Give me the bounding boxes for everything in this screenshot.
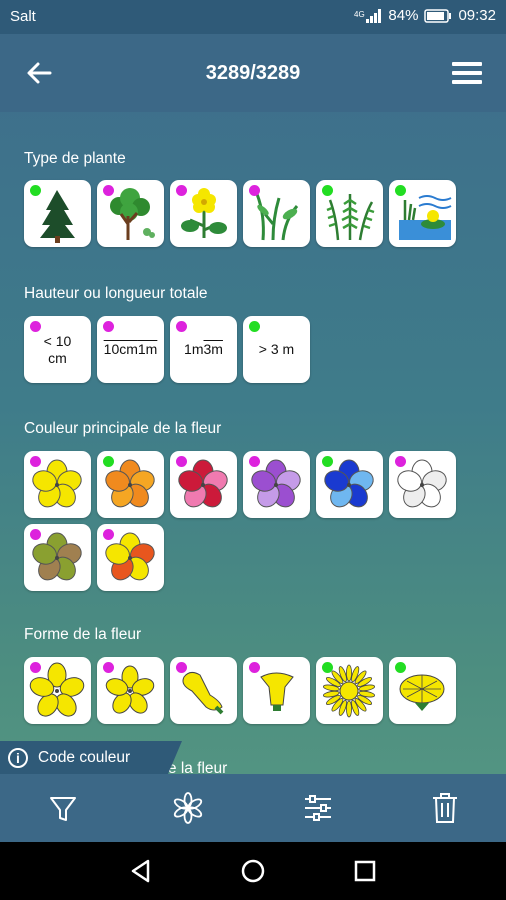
info-icon: i — [8, 747, 28, 768]
tile-color-green-brown[interactable] — [24, 524, 91, 591]
status-dot — [30, 662, 41, 673]
app-bar: 3289/3289 — [0, 34, 506, 112]
status-dot — [103, 529, 114, 540]
status-dot — [322, 456, 333, 467]
tile-shape-5-petals-small[interactable] — [97, 657, 164, 724]
code-couleur-label: Code couleur — [38, 748, 131, 766]
tile-color-blue[interactable] — [316, 451, 383, 518]
status-dot — [395, 185, 406, 196]
tab-corner — [168, 741, 182, 774]
page-title: 3289/3289 — [205, 62, 301, 84]
code-couleur-button[interactable]: i Code couleur — [0, 741, 182, 774]
tile-height-1m-3m[interactable]: 1m 3m — [170, 316, 237, 383]
clock: 09:32 — [458, 7, 496, 24]
status-dot — [103, 662, 114, 673]
status-dot — [103, 321, 114, 332]
status-dot — [176, 321, 187, 332]
tile-aquatic-plant[interactable] — [389, 180, 456, 247]
status-dot — [249, 456, 260, 467]
tile-shape-irregular[interactable] — [170, 657, 237, 724]
section-title-height: Hauteur ou longueur totale — [24, 285, 208, 302]
status-dot — [322, 185, 333, 196]
filter-icon[interactable] — [45, 790, 81, 826]
status-dot — [249, 662, 260, 673]
status-dot — [322, 662, 333, 673]
criteria-list[interactable]: Type de plante Hauteur ou longueur total… — [0, 112, 506, 774]
status-dot — [249, 185, 260, 196]
status-dot — [30, 456, 41, 467]
tile-herbaceous-flower[interactable] — [170, 180, 237, 247]
svg-text:4G: 4G — [354, 10, 365, 19]
recents-square-icon[interactable] — [350, 856, 380, 886]
section-title-plant-type: Type de plante — [24, 150, 126, 167]
tile-shape-bell[interactable] — [243, 657, 310, 724]
flower-icon[interactable] — [170, 790, 206, 826]
tile-color-multicolor[interactable] — [97, 524, 164, 591]
section-title-flower-color: Couleur principale de la fleur — [24, 420, 222, 437]
system-nav-bar — [0, 842, 506, 900]
tile-color-red-pink[interactable] — [170, 451, 237, 518]
status-dot — [176, 456, 187, 467]
status-dot — [176, 662, 187, 673]
tile-height-gt-3m[interactable]: > 3 m — [243, 316, 310, 383]
back-triangle-icon[interactable] — [126, 856, 156, 886]
hamburger-menu-icon[interactable] — [452, 62, 482, 86]
status-dot — [249, 321, 260, 332]
status-bar: Salt 4G 84% 09:32 — [0, 0, 506, 34]
status-dot — [30, 185, 41, 196]
tile-color-orange[interactable] — [97, 451, 164, 518]
status-dot — [103, 456, 114, 467]
bottom-action-bar — [0, 774, 506, 842]
trash-icon[interactable] — [427, 790, 463, 826]
tile-height-lt-10cm[interactable]: < 10 cm — [24, 316, 91, 383]
carrier-name: Salt — [10, 8, 36, 25]
status-dot — [30, 529, 41, 540]
battery-icon — [424, 8, 452, 23]
status-dot — [30, 321, 41, 332]
tile-grass-plant[interactable] — [243, 180, 310, 247]
status-dot — [395, 662, 406, 673]
sliders-icon[interactable] — [300, 790, 336, 826]
tile-shape-daisy[interactable] — [316, 657, 383, 724]
status-dot — [103, 185, 114, 196]
tile-color-white[interactable] — [389, 451, 456, 518]
tile-fern-plant[interactable] — [316, 180, 383, 247]
tile-color-purple[interactable] — [243, 451, 310, 518]
battery-percent: 84% — [388, 7, 419, 24]
tile-deciduous-tree[interactable] — [97, 180, 164, 247]
tile-height-10cm-1m[interactable]: 10cm 1m — [97, 316, 164, 383]
signal-icon: 4G — [354, 8, 382, 23]
tile-shape-5-petals[interactable] — [24, 657, 91, 724]
tile-shape-dandelion[interactable] — [389, 657, 456, 724]
status-dot — [176, 185, 187, 196]
tile-conifer-tree[interactable] — [24, 180, 91, 247]
home-circle-icon[interactable] — [238, 856, 268, 886]
tile-color-yellow[interactable] — [24, 451, 91, 518]
status-dot — [395, 456, 406, 467]
section-title-flower-shape: Forme de la fleur — [24, 626, 142, 643]
